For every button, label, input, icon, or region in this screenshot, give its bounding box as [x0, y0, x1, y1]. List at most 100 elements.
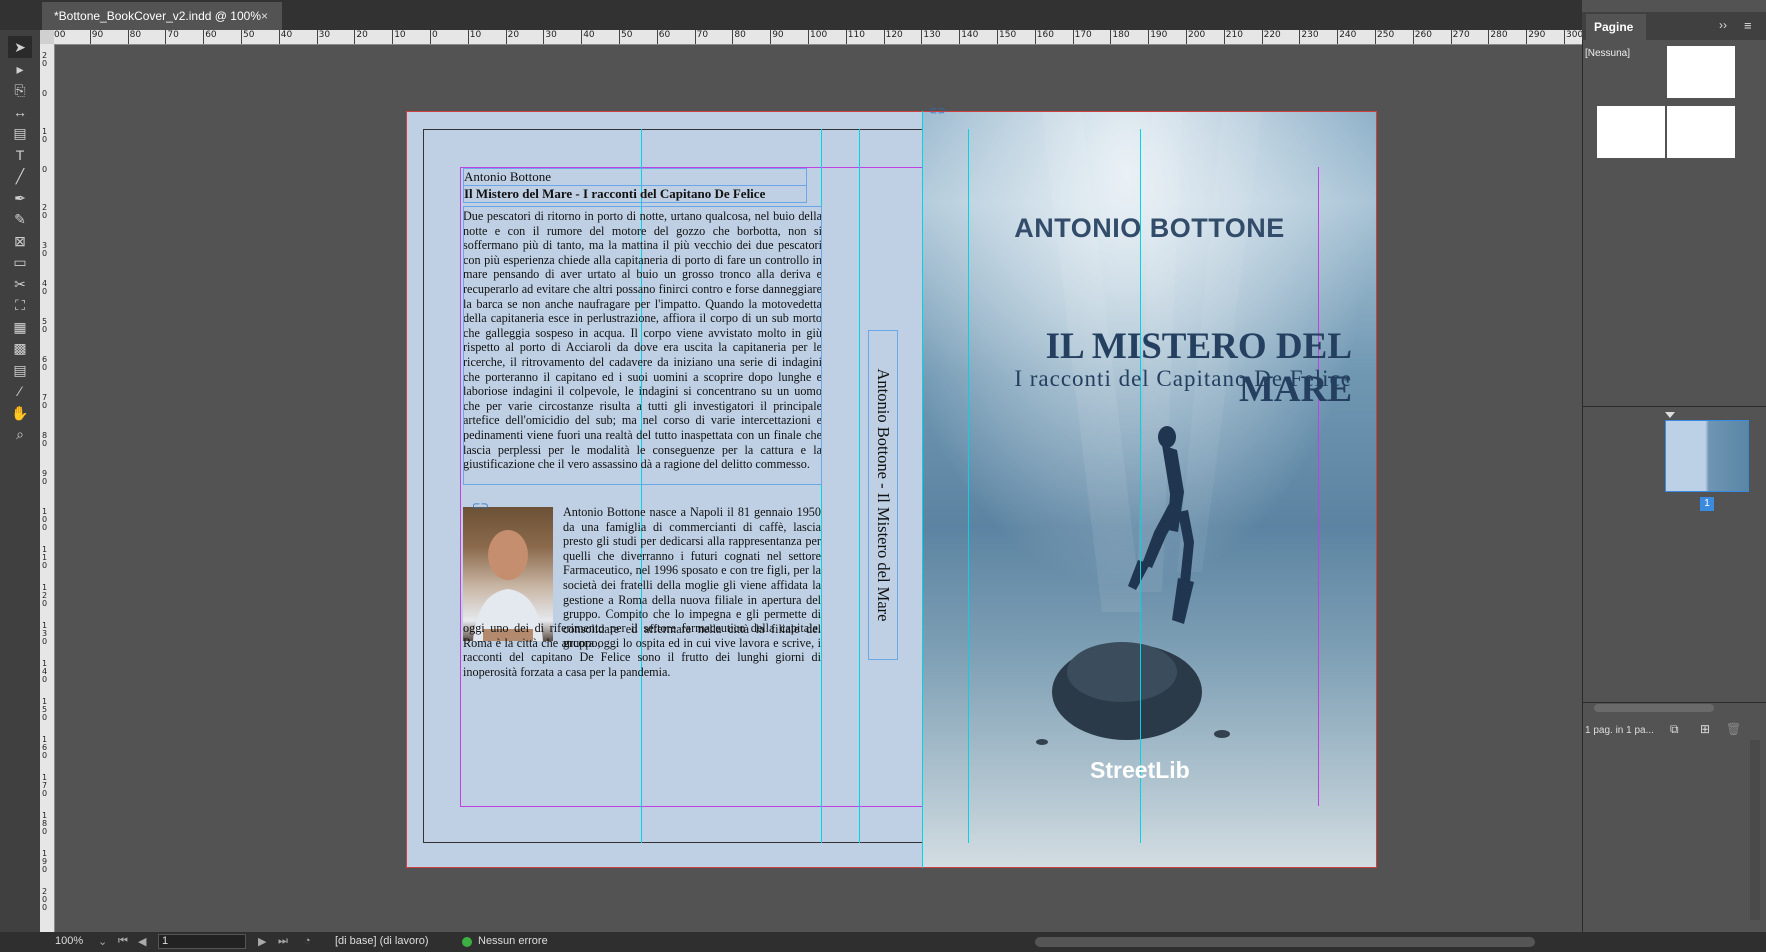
eyedropper-tool-icon[interactable]: ⁄: [8, 380, 32, 402]
frame-link-icon[interactable]: ⊂⊃: [929, 106, 946, 117]
ruler-tick: [165, 30, 167, 44]
next-page-icon[interactable]: ▶: [258, 935, 266, 948]
ruler-tick: [1223, 30, 1225, 44]
ruler-tick-label: 80: [734, 30, 746, 40]
ruler-tick: [89, 30, 91, 44]
master-none-label[interactable]: [Nessuna]: [1585, 48, 1630, 59]
ruler-tick-label: 40: [280, 30, 293, 40]
ruler-tick: [656, 30, 658, 44]
master-none-thumb[interactable]: [1667, 46, 1735, 98]
preflight-ok-icon[interactable]: [462, 937, 472, 947]
direct-selection-tool-icon[interactable]: ▸: [8, 58, 32, 80]
publisher-name: StreetLib: [1090, 757, 1190, 783]
type-tool-icon[interactable]: T: [8, 144, 32, 166]
synopsis-text-frame[interactable]: Due pescatori di ritorno in porto di not…: [463, 209, 822, 472]
panel-collapse-icon[interactable]: ››: [1719, 18, 1727, 32]
pen-tool-icon[interactable]: ✒: [8, 187, 32, 209]
link-icon[interactable]: ⊂⊃: [472, 501, 489, 512]
ruler-tick-label: 2 0: [42, 51, 48, 68]
document-vertical-scrollbar[interactable]: [1750, 740, 1760, 920]
content-collector-tool-icon[interactable]: ▤: [8, 122, 32, 144]
ruler-tick-label: 240: [1339, 30, 1357, 40]
panel-scrollbar[interactable]: [1594, 704, 1714, 712]
first-page-icon[interactable]: ⏮: [118, 935, 128, 948]
vertical-ruler[interactable]: 2 0 0 1 0 0 2 0 3 0 4 0 5 0 6 0 7 0 8 0 9 0 1 0 0 1 1…: [40, 44, 55, 932]
ruler-tick-label: 7 0: [42, 393, 48, 410]
bio-text-continued[interactable]: oggi uno dei di riferimento per il setto…: [463, 621, 821, 679]
ruler-tick-label: 90: [772, 30, 784, 40]
ruler-tick: [1186, 30, 1187, 44]
ruler-tick-label: 150: [999, 30, 1017, 40]
ruler-origin[interactable]: [40, 30, 54, 44]
ruler-tick: [354, 30, 356, 44]
ruler-tick-label: 270: [1452, 30, 1470, 40]
ruler-tick: [1072, 30, 1074, 44]
preflight-status-label[interactable]: Nessun errore: [478, 935, 548, 947]
ruler-tick-label: 290: [1528, 30, 1546, 40]
panel-menu-icon[interactable]: ≡: [1744, 18, 1752, 33]
previous-page-icon[interactable]: ◀: [138, 935, 146, 948]
edit-page-size-icon[interactable]: ⧉: [1670, 722, 1679, 737]
selection-tool-icon[interactable]: ➤: [8, 36, 32, 58]
master-a-left-thumb[interactable]: [1597, 106, 1665, 158]
page-number-badge[interactable]: 1: [1700, 497, 1714, 511]
ruler-tick-label: 140: [961, 30, 979, 40]
pages-count-label: 1 pag. in 1 pa...: [1585, 725, 1654, 736]
ruler-tick-label: 0: [42, 165, 48, 174]
zoom-field[interactable]: 100%: [55, 935, 83, 947]
page-1-thumb[interactable]: [1665, 420, 1749, 492]
line-tool-icon[interactable]: ╱: [8, 165, 32, 187]
close-tab-icon[interactable]: ×: [261, 9, 268, 23]
ruler-tick-label: 120: [885, 30, 903, 40]
gradient-feather-tool-icon[interactable]: ▩: [8, 337, 32, 359]
ruler-tick-label: 220: [1263, 30, 1281, 40]
back-title-frame[interactable]: Il Mistero del Mare - I racconti del Cap…: [463, 185, 807, 203]
ruler-tick-label: 230: [1301, 30, 1319, 40]
ruler-tick: [1412, 30, 1414, 44]
ruler-tick-label: 260: [1414, 30, 1432, 40]
gradient-swatch-tool-icon[interactable]: ▦: [8, 316, 32, 338]
horizontal-scrollbar[interactable]: [1035, 937, 1535, 947]
page-field[interactable]: 1: [158, 934, 246, 949]
ruler-tick-label: 280: [1490, 30, 1508, 40]
ruler-tick: [392, 30, 394, 44]
ruler-tick-label: 1 4 0: [42, 659, 48, 684]
document-tab-title: *Bottone_BookCover_v2.indd @ 100%: [54, 9, 261, 23]
document-tab[interactable]: *Bottone_BookCover_v2.indd @ 100% ×: [42, 2, 282, 30]
ruler-tick-label: 60: [205, 30, 217, 40]
spine-text-frame[interactable]: Antonio Bottone - Il Mistero del Mare: [868, 330, 898, 660]
free-transform-tool-icon[interactable]: ⛶: [8, 294, 32, 316]
pages-panel-tab[interactable]: Pagine: [1586, 14, 1646, 40]
ruler-tick: [278, 30, 280, 44]
last-page-icon[interactable]: ⏭: [278, 935, 288, 948]
master-a-right-thumb[interactable]: [1667, 106, 1735, 158]
zoom-tool-icon[interactable]: ⌕: [8, 423, 32, 445]
rectangle-tool-icon[interactable]: ▭: [8, 251, 32, 273]
ruler-tick-label: 1 6 0: [42, 735, 48, 760]
master-status-label[interactable]: [di base] (di lavoro): [335, 935, 429, 947]
page-tool-icon[interactable]: ⎘: [8, 79, 32, 101]
publisher-logo[interactable]: StreetLib: [1090, 757, 1190, 784]
horizontal-ruler[interactable]: 00 90 80 70 60 50 40 30 20 10 0 10 20 30 40 50 60 70 80 90 1…: [40, 30, 1582, 45]
ruler-tick: [1564, 30, 1565, 44]
back-author-frame[interactable]: Antonio Bottone: [463, 168, 807, 186]
ruler-tick: [1375, 30, 1376, 44]
cover-author-name[interactable]: ANTONIO BOTTONE: [922, 213, 1377, 244]
hand-tool-icon[interactable]: ✋: [8, 402, 32, 424]
ruler-tick-label: 0: [432, 30, 438, 40]
pencil-tool-icon[interactable]: ✎: [8, 208, 32, 230]
ruler-tick: [543, 30, 545, 44]
ruler-tick-label: 10: [469, 30, 482, 40]
new-page-icon[interactable]: ⊞: [1700, 722, 1710, 736]
master-status-icon[interactable]: ◔: [304, 935, 311, 947]
ruler-tick-label: 30: [545, 30, 557, 40]
gap-tool-icon[interactable]: ↔: [8, 101, 32, 123]
rectangle-frame-tool-icon[interactable]: ⊠: [8, 230, 32, 252]
ruler-tick: [1450, 30, 1452, 44]
cover-subtitle[interactable]: I racconti del Capitano De Felice: [952, 366, 1352, 392]
note-tool-icon[interactable]: ▤: [8, 359, 32, 381]
delete-page-icon[interactable]: 🗑: [1726, 722, 1741, 736]
scissors-tool-icon[interactable]: ✂: [8, 273, 32, 295]
zoom-dropdown-icon[interactable]: ⌄: [98, 935, 107, 948]
ruler-tick: [1488, 30, 1490, 44]
